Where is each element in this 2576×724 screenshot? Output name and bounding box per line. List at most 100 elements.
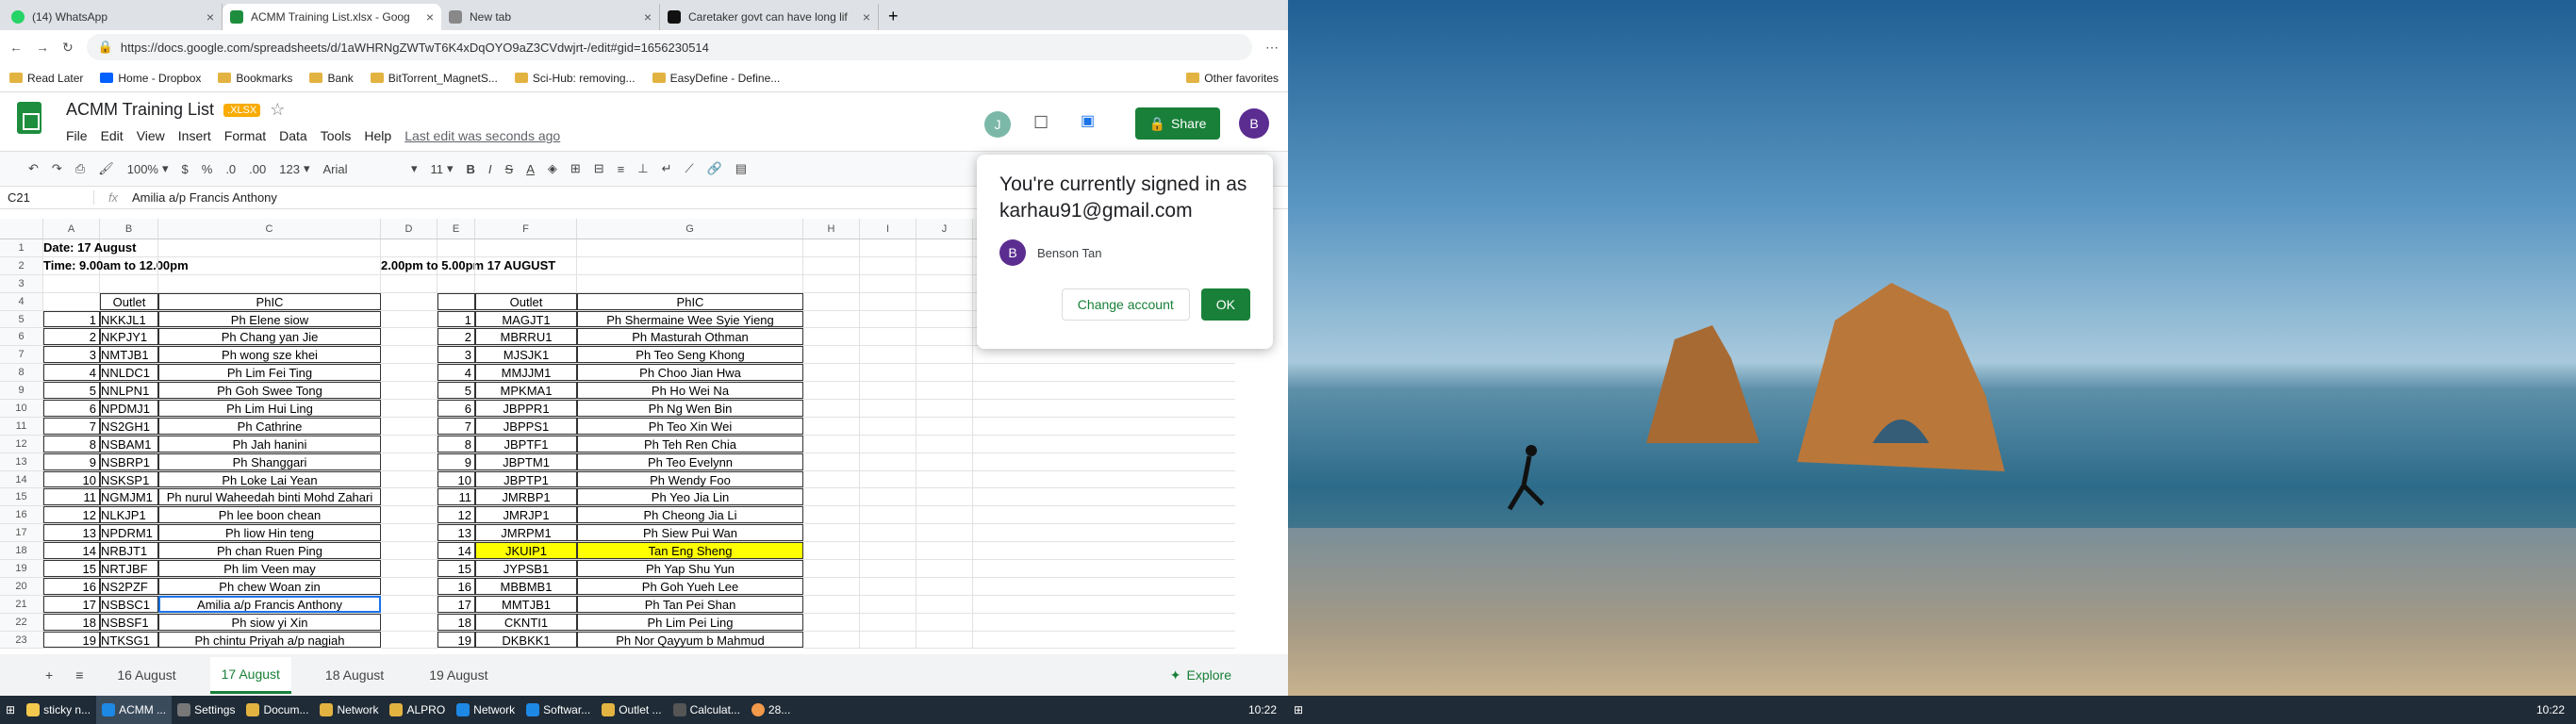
cell[interactable]: Ph Wendy Foo [577,470,803,488]
cell[interactable]: NSBSC1 [100,595,158,613]
col-e-header[interactable]: E [438,219,475,239]
cell[interactable] [381,577,438,595]
cell[interactable]: Ph lim Veen may [158,560,381,577]
cell[interactable]: Tan Eng Sheng [577,542,803,560]
cell[interactable] [803,382,860,400]
cell[interactable] [381,542,438,560]
comment-add-icon[interactable]: ▤ [735,161,747,176]
text-color-icon[interactable]: A [526,162,535,176]
tab-news[interactable]: Caretaker govt can have long lif × [660,4,879,30]
cell[interactable]: Ph Chang yan Jie [158,328,381,346]
cell[interactable]: 2.00pm to 5.00pm 17 AUGUST [381,256,555,274]
borders-icon[interactable]: ⊞ [570,161,581,176]
strikethrough-icon[interactable]: S [505,162,514,176]
cell[interactable]: JYPSB1 [475,560,577,577]
cell[interactable] [860,470,916,488]
clock[interactable]: 10:22 [2531,696,2576,724]
cell[interactable] [381,292,438,310]
cell[interactable] [860,239,916,256]
cell[interactable]: Ph Ng Wen Bin [577,400,803,417]
col-h-header[interactable]: H [803,219,860,239]
cell[interactable]: Ph Teo Evelynn [577,452,803,470]
close-icon[interactable]: × [863,9,870,25]
menu-file[interactable]: File [66,128,88,143]
cell[interactable] [158,274,381,292]
cell[interactable] [803,417,860,435]
cell[interactable]: Ph Lim Pei Ling [577,613,803,631]
cell[interactable]: Ph Shermaine Wee Syie Yieng [577,310,803,328]
cell[interactable] [803,542,860,560]
cell[interactable]: 11 [43,488,100,506]
cell[interactable] [916,274,973,292]
cell[interactable]: Ph Nor Qayyum b Mahmud [577,631,803,649]
cell[interactable] [860,595,916,613]
cell[interactable]: Ph Teo Seng Khong [577,346,803,364]
comment-icon[interactable]: ☐ [1033,113,1049,133]
cell[interactable] [381,595,438,613]
cell[interactable] [381,631,438,649]
cell[interactable] [860,613,916,631]
cell[interactable] [438,256,475,274]
cell[interactable]: Ph Teh Ren Chia [577,435,803,452]
cell[interactable]: 1 [438,310,475,328]
extensions-icon[interactable]: ⋯ [1265,40,1279,56]
cell[interactable]: 15 [43,560,100,577]
cell[interactable] [381,310,438,328]
cell[interactable]: 5 [438,382,475,400]
cell[interactable]: NKPJY1 [100,328,158,346]
font-select[interactable]: Arial ▾ [322,161,417,176]
italic-icon[interactable]: I [488,162,492,176]
taskbar-item-network-2[interactable]: Network [451,696,520,724]
cell[interactable]: 17 [43,595,100,613]
cell[interactable]: NS2GH1 [100,417,158,435]
cell[interactable] [916,524,973,542]
cell[interactable]: 3 [438,346,475,364]
cell[interactable]: JMRJP1 [475,506,577,524]
taskbar-item-acmm[interactable]: ACMM ... [96,696,173,724]
cell[interactable] [860,488,916,506]
valign-icon[interactable]: ⊥ [637,161,648,176]
cell[interactable] [475,256,577,274]
cell[interactable] [916,470,973,488]
cell[interactable]: Date: 17 August [43,239,136,256]
start-icon[interactable]: ⊞ [0,696,21,724]
cell[interactable] [860,274,916,292]
cell[interactable]: NTKSG1 [100,631,158,649]
cell[interactable] [381,470,438,488]
taskbar-item-sticky[interactable]: sticky n... [21,696,96,724]
account-avatar[interactable]: B [1239,108,1269,139]
cell[interactable] [860,506,916,524]
cell[interactable]: 9 [438,452,475,470]
cell[interactable]: Ph Yeo Jia Lin [577,488,803,506]
col-d-header[interactable]: D [381,219,438,239]
cell[interactable]: 10 [43,470,100,488]
cell[interactable] [803,631,860,649]
cell[interactable] [916,435,973,452]
sheet-tab-16-august[interactable]: 16 August [106,658,187,692]
cell[interactable] [916,577,973,595]
tab-new[interactable]: New tab × [441,4,660,30]
cell[interactable] [860,364,916,382]
cell[interactable] [803,310,860,328]
cell[interactable]: Ph Tan Pei Shan [577,595,803,613]
cell[interactable]: MMTJB1 [475,595,577,613]
fill-color-icon[interactable]: ◈ [548,161,557,176]
font-size-select[interactable]: 11 ▾ [430,161,453,176]
cell[interactable] [577,274,803,292]
cell[interactable] [916,417,973,435]
ok-button[interactable]: OK [1200,288,1250,321]
cell[interactable] [860,631,916,649]
cell[interactable] [381,435,438,452]
cell[interactable]: PhIC [158,292,381,310]
cell[interactable] [803,613,860,631]
menu-format[interactable]: Format [224,128,266,143]
decimal-increase-icon[interactable]: .00 [249,162,266,176]
tab-whatsapp[interactable]: (14) WhatsApp × [4,4,223,30]
redo-icon[interactable]: ↷ [52,161,62,176]
cell[interactable]: 8 [43,435,100,452]
cell[interactable]: NKKJL1 [100,310,158,328]
cell[interactable]: 17 [438,595,475,613]
all-sheets-icon[interactable]: ≡ [75,667,83,683]
cell[interactable]: Ph chan Ruen Ping [158,542,381,560]
col-b-header[interactable]: B [100,219,158,239]
